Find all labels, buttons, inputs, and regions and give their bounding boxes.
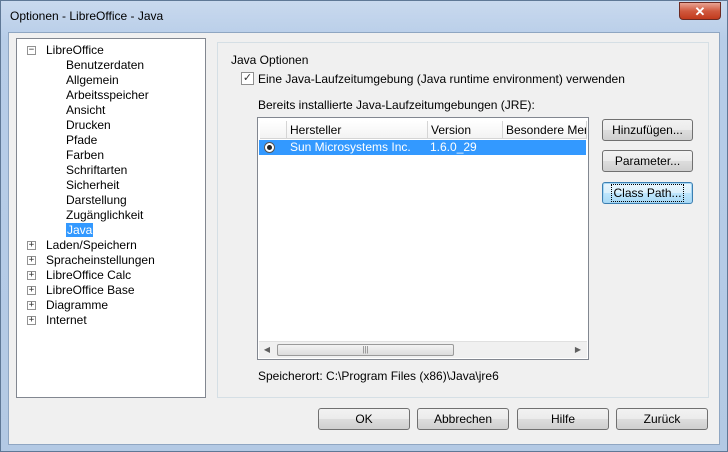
tree-item-drucken[interactable]: Drucken xyxy=(66,118,111,133)
help-button[interactable]: Hilfe xyxy=(517,408,609,430)
expand-icon[interactable]: + xyxy=(27,271,36,280)
tree-item-benutzerdaten[interactable]: Benutzerdaten xyxy=(66,58,144,73)
tree-item-diagramme[interactable]: + Diagramme xyxy=(27,298,108,313)
scroll-left-icon[interactable]: ◀ xyxy=(261,344,273,356)
jre-location: Speicherort: C:\Program Files (x86)\Java… xyxy=(258,369,499,383)
parameter-button[interactable]: Parameter... xyxy=(602,150,693,172)
tree-item-arbeitsspeicher[interactable]: Arbeitsspeicher xyxy=(66,88,149,103)
jre-vendor: Sun Microsystems Inc. xyxy=(290,140,411,154)
expand-icon[interactable]: + xyxy=(27,286,36,295)
tree-item-libreoffice-base[interactable]: + LibreOffice Base xyxy=(27,283,135,298)
title-bar[interactable]: Optionen - LibreOffice - Java ✕ xyxy=(1,1,727,31)
expand-icon[interactable]: + xyxy=(27,301,36,310)
jre-list[interactable]: Hersteller Version Besondere Merk Sun Mi… xyxy=(257,117,589,360)
column-header-vendor[interactable]: Hersteller xyxy=(287,121,428,139)
tree-item-allgemein[interactable]: Allgemein xyxy=(66,73,119,88)
tree-item-sicherheit[interactable]: Sicherheit xyxy=(66,178,119,193)
radio-icon[interactable] xyxy=(264,142,275,153)
use-jre-checkbox[interactable]: ✓ xyxy=(241,72,254,85)
column-header-select[interactable] xyxy=(260,121,287,139)
checkmark-icon: ✓ xyxy=(242,72,253,84)
tree-item-schriftarten[interactable]: Schriftarten xyxy=(66,163,127,178)
jre-row[interactable]: Sun Microsystems Inc. 1.6.0_29 xyxy=(259,140,586,155)
collapse-icon[interactable]: − xyxy=(27,46,36,55)
column-header-features[interactable]: Besondere Merk xyxy=(503,121,587,139)
tree-item-libreoffice-calc[interactable]: + LibreOffice Calc xyxy=(27,268,131,283)
tree-item-laden-speichern[interactable]: + Laden/Speichern xyxy=(27,238,137,253)
use-jre-label[interactable]: Eine Java-Laufzeitumgebung (Java runtime… xyxy=(258,72,625,86)
expand-icon[interactable]: + xyxy=(27,256,36,265)
tree-item-spracheinstellungen[interactable]: + Spracheinstellungen xyxy=(27,253,155,268)
expand-icon[interactable]: + xyxy=(27,241,36,250)
horizontal-scrollbar[interactable]: ◀ ||| ▶ xyxy=(259,341,587,358)
close-icon: ✕ xyxy=(694,4,706,19)
close-button[interactable]: ✕ xyxy=(679,2,721,20)
tree-item-libreoffice[interactable]: − LibreOffice xyxy=(27,43,104,58)
expand-icon[interactable]: + xyxy=(27,316,36,325)
ok-button[interactable]: OK xyxy=(318,408,410,430)
tree-item-farben[interactable]: Farben xyxy=(66,148,104,163)
jre-list-label: Bereits installierte Java-Laufzeitumgebu… xyxy=(258,98,535,112)
tree-item-zugaenglichkeit[interactable]: Zugänglichkeit xyxy=(66,208,143,223)
back-button[interactable]: Zurück xyxy=(616,408,708,430)
scroll-right-icon[interactable]: ▶ xyxy=(572,344,584,356)
scroll-thumb[interactable]: ||| xyxy=(277,344,454,356)
grip-icon: ||| xyxy=(362,345,369,354)
column-header-version[interactable]: Version xyxy=(428,121,503,139)
group-title: Java Optionen xyxy=(229,53,311,67)
tree-item-darstellung[interactable]: Darstellung xyxy=(66,193,127,208)
tree-item-internet[interactable]: + Internet xyxy=(27,313,87,328)
window-title: Optionen - LibreOffice - Java xyxy=(10,9,164,23)
class-path-button[interactable]: Class Path... xyxy=(602,182,693,204)
tree-item-pfade[interactable]: Pfade xyxy=(66,133,97,148)
tree-item-ansicht[interactable]: Ansicht xyxy=(66,103,105,118)
add-button[interactable]: Hinzufügen... xyxy=(602,119,693,141)
tree-item-java[interactable]: Java xyxy=(66,223,94,238)
cancel-button[interactable]: Abbrechen xyxy=(417,408,509,430)
jre-version: 1.6.0_29 xyxy=(430,140,477,154)
options-tree[interactable]: − LibreOffice Benutzerdaten Allgemein Ar… xyxy=(16,38,206,398)
